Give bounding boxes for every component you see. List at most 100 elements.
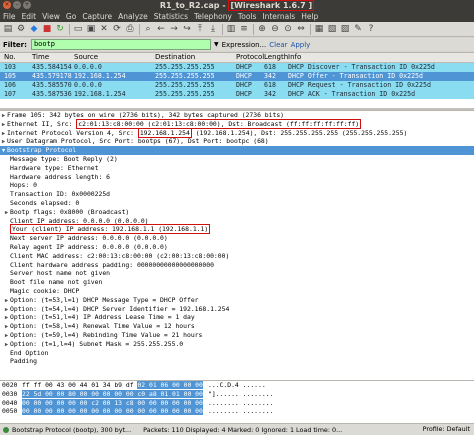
reload-icon[interactable]: ⟳ [111,23,123,35]
capture-filters-icon[interactable]: ▦ [313,23,325,35]
capture-status-icon[interactable] [3,426,9,433]
goto-icon[interactable]: ↪ [181,23,193,35]
autoscroll-icon[interactable]: ≡ [238,23,250,35]
col-header-source[interactable]: Source [74,53,98,62]
hex-row[interactable]: 0020 ff ff 00 43 00 44 01 34 b9 df 02 01… [0,381,474,390]
col-header-no[interactable]: No. [4,53,16,62]
hex-ascii: ...C.D.4 ...... [208,381,266,389]
find-icon[interactable]: ⌕ [142,23,154,35]
menu-tools[interactable]: Tools [235,11,259,22]
tree-item-label: Bootstrap Protocol [7,146,77,155]
top-icon[interactable]: ⤒ [194,23,206,35]
tree-item-bootstrap-selected[interactable]: ▼ Bootstrap Protocol [0,146,474,155]
resize-columns-icon[interactable]: ⇔ [295,23,307,35]
tree-field[interactable]: Seconds elapsed: 0 [0,199,474,208]
zoom-out-icon[interactable]: ⊖ [269,23,281,35]
print-icon[interactable]: ⎙ [124,23,136,35]
forward-icon[interactable]: → [168,23,180,35]
interfaces-icon[interactable]: ▤ [2,23,14,35]
zoom-in-icon[interactable]: ⊕ [256,23,268,35]
coloring-rules-icon[interactable]: ▨ [339,23,351,35]
tree-field-label: Magic cookie: DHCP [10,286,80,295]
menu-statistics[interactable]: Statistics [151,11,191,22]
menu-capture[interactable]: Capture [79,11,115,22]
tree-item-ethernet[interactable]: ▶ Ethernet II, Src: c2:01:13:c8:00:00 (c2… [0,118,474,129]
tree-item-label: Internet Protocol Version 4, Src: [7,128,138,137]
packet-row[interactable]: 107 435.587536 192.168.1.254 255.255.255… [0,90,474,99]
back-icon[interactable]: ← [155,23,167,35]
packet-row-selected[interactable]: 105 435.579178 192.168.1.254 255.255.255… [0,72,474,81]
tree-field[interactable]: Hops: 0 [0,181,474,190]
hex-row[interactable]: 0040 00 00 00 00 00 00 c2 00 13 c8 00 00… [0,398,474,408]
bottom-icon[interactable]: ⤓ [207,23,219,35]
cell-protocol: DHCP [236,81,252,89]
tree-field[interactable]: Magic cookie: DHCP [0,287,474,296]
highlighted-source-ip: 192.168.1.254 [137,127,192,138]
tree-field[interactable]: Server host name not given [0,269,474,278]
tree-item-bootp-flags[interactable]: ▶ Bootp flags: 0x8000 (Broadcast) [0,208,474,217]
col-header-protocol[interactable]: Protocol [236,53,264,62]
tree-item-label: (192.168.1.254), Dst: 255.255.255.255 (2… [191,128,408,137]
cell-time: 435.584154 [32,63,72,71]
restart-icon[interactable]: ↻ [54,23,66,35]
expression-button[interactable]: Expression... [222,41,267,49]
tree-item-option[interactable]: ▶ Option: (t=58,l=4) Renewal Time Value =… [0,322,474,331]
menu-help[interactable]: Help [298,11,321,22]
tree-field[interactable]: Boot file name not given [0,278,474,287]
menu-telephony[interactable]: Telephony [191,11,235,22]
packet-row[interactable]: 103 435.584154 0.0.0.0 255.255.255.255 D… [0,63,474,72]
filter-dropdown-icon[interactable]: ▼ [214,41,219,48]
menu-file[interactable]: File [0,11,19,22]
tree-item-ip[interactable]: ▶ Internet Protocol Version 4, Src: 192.1… [0,127,474,138]
hex-row[interactable]: 0030 22 5d 00 00 80 00 00 00 00 00 c0 a8… [0,389,474,399]
help-icon[interactable]: ? [365,23,377,35]
status-profile[interactable]: Profile: Default [423,425,470,433]
clear-button[interactable]: Clear [269,41,287,49]
open-icon[interactable]: ▭ [72,23,84,35]
menu-view[interactable]: View [39,11,63,22]
tree-item-option[interactable]: ▶ Option: (t=51,l=4) IP Address Lease Tim… [0,313,474,322]
tree-field[interactable]: Next server IP address: 0.0.0.0 (0.0.0.0… [0,234,474,243]
preferences-icon[interactable]: ✎ [352,23,364,35]
tree-item-label: Frame 105: 342 bytes on wire (2736 bits)… [7,111,285,119]
tree-field[interactable]: Relay agent IP address: 0.0.0.0 (0.0.0.0… [0,243,474,252]
colorize-icon[interactable]: ▥ [225,23,237,35]
tree-field[interactable]: End Option [0,349,474,358]
tree-field[interactable]: Transaction ID: 0x0000225d [0,190,474,199]
close-file-icon[interactable]: ✕ [98,23,110,35]
hex-row[interactable]: 0050 00 00 00 00 00 00 00 00 00 00 00 00… [0,407,474,416]
tree-field[interactable]: Hardware address length: 6 [0,173,474,182]
menu-edit[interactable]: Edit [19,11,40,22]
hex-bytes-highlighted: 00 00 00 00 00 00 c2 00 13 c8 00 00 00 0… [22,398,203,407]
tree-field[interactable]: Message type: Boot Reply (2) [0,155,474,164]
tree-item-option[interactable]: ▶ Option: (t=53,l=1) DHCP Message Type = … [0,296,474,305]
tree-field[interactable]: Client hardware address padding: 0000000… [0,261,474,270]
options-icon[interactable]: ⚙ [15,23,27,35]
col-header-length[interactable]: Length [264,53,288,62]
tree-item-option[interactable]: ▶ Option: (t=1,l=4) Subnet Mask = 255.255… [0,340,474,349]
filter-input[interactable]: bootp [30,39,211,50]
packet-row[interactable]: 106 435.585570 0.0.0.0 255.255.255.255 D… [0,81,474,90]
tree-field[interactable]: Client MAC address: c2:00:13:c8:00:00 (c… [0,252,474,261]
start-icon[interactable]: ◆ [28,23,40,35]
tree-field[interactable]: Padding [0,357,474,366]
tree-field-your-ip[interactable]: Your (client) IP address: 192.168.1.1 (1… [0,224,474,235]
tree-item-udp[interactable]: ▶ User Datagram Protocol, Src Port: bootp… [0,137,474,146]
toolbar-separator [310,23,311,35]
save-icon[interactable]: ▣ [85,23,97,35]
normal-size-icon[interactable]: ⊙ [282,23,294,35]
display-filters-icon[interactable]: ▧ [326,23,338,35]
menu-go[interactable]: Go [63,11,79,22]
menu-analyze[interactable]: Analyze [115,11,151,22]
col-header-time[interactable]: Time [32,53,49,62]
col-header-destination[interactable]: Destination [155,53,195,62]
apply-button[interactable]: Apply [291,41,311,49]
tree-field[interactable]: Hardware type: Ethernet [0,164,474,173]
stop-icon[interactable]: ■ [41,23,53,35]
tree-field-label: Boot file name not given [10,278,103,287]
tree-item-option[interactable]: ▶ Option: (t=54,l=4) DHCP Server Identifi… [0,305,474,314]
menu-internals[interactable]: Internals [259,11,298,22]
tree-item-label: Option: (t=51,l=4) IP Address Lease Time… [10,313,195,322]
tree-item-option[interactable]: ▶ Option: (t=59,l=4) Rebinding Time Value… [0,331,474,340]
col-header-info[interactable]: Info [288,53,301,62]
